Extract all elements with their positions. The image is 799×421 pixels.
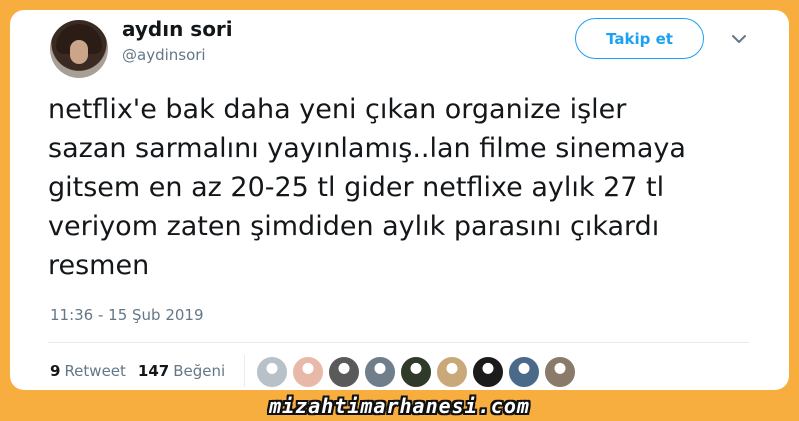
liker-avatars: [256, 356, 576, 388]
tweet-card: aydın sori @aydinsori Takip et netflix'e…: [10, 10, 789, 390]
tweet-text: netflix'e bak daha yeni çıkan organize i…: [48, 94, 686, 281]
liker-avatar[interactable]: [256, 356, 288, 388]
follow-button[interactable]: Takip et: [575, 18, 704, 59]
liker-avatar[interactable]: [328, 356, 360, 388]
liker-avatar[interactable]: [508, 356, 540, 388]
liker-avatar[interactable]: [472, 356, 504, 388]
liker-avatar[interactable]: [364, 356, 396, 388]
like-stat[interactable]: 147 Beğeni: [138, 362, 225, 380]
user-handle[interactable]: @aydinsori: [122, 46, 206, 64]
liker-avatar[interactable]: [544, 356, 576, 388]
chevron-down-icon[interactable]: [732, 34, 746, 44]
divider: [48, 342, 749, 343]
retweet-count: 9: [50, 362, 61, 380]
retweet-label: Retweet: [64, 362, 126, 380]
liker-avatar[interactable]: [292, 356, 324, 388]
engagement-stats: 9 Retweet 147 Beğeni: [50, 362, 225, 380]
retweet-stat[interactable]: 9 Retweet: [50, 362, 126, 380]
avatar-face: [70, 40, 88, 64]
stats-separator: [244, 355, 245, 387]
display-name[interactable]: aydın sori: [122, 17, 233, 41]
tweet-timestamp[interactable]: 11:36 - 15 Şub 2019: [50, 306, 204, 324]
liker-avatar[interactable]: [436, 356, 468, 388]
like-label: Beğeni: [173, 362, 226, 380]
watermark-text: mizahtimarhanesi.com: [269, 394, 530, 418]
avatar[interactable]: [50, 20, 108, 78]
liker-avatar[interactable]: [400, 356, 432, 388]
like-count: 147: [137, 362, 170, 380]
